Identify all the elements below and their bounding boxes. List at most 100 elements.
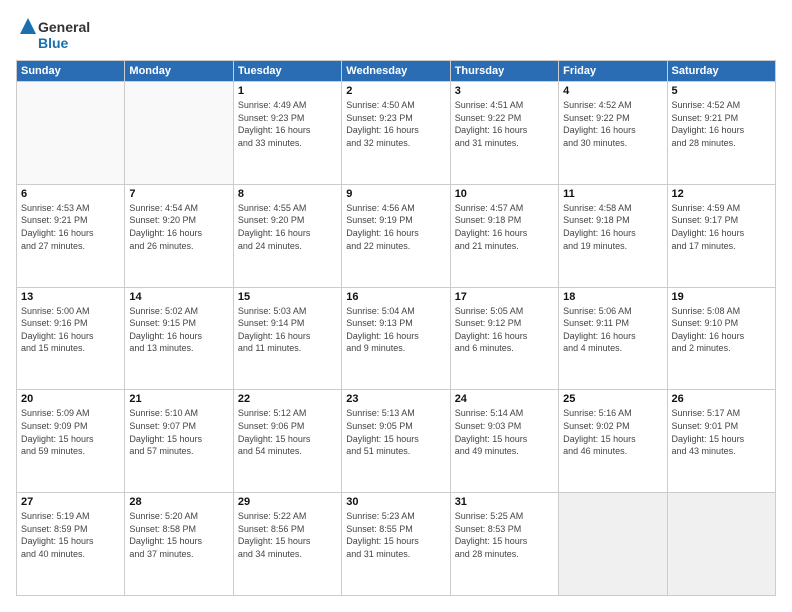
calendar-header-monday: Monday: [125, 61, 233, 82]
calendar-cell: 8 Sunrise: 4:55 AM Sunset: 9:20 PM Daylig…: [233, 184, 341, 287]
calendar-cell: 10Sunrise: 4:57 AM Sunset: 9:18 PM Dayli…: [450, 184, 558, 287]
day-number: 3: [455, 85, 554, 97]
calendar-cell: 9 Sunrise: 4:56 AM Sunset: 9:19 PM Daylig…: [342, 184, 450, 287]
calendar-cell: 1 Sunrise: 4:49 AM Sunset: 9:23 PM Daylig…: [233, 82, 341, 185]
svg-text:General: General: [38, 19, 90, 35]
day-info: Sunrise: 5:05 AM Sunset: 9:12 PM Dayligh…: [455, 305, 554, 355]
calendar-cell: 4Sunrise: 4:52 AM Sunset: 9:22 PM Daylig…: [559, 82, 667, 185]
day-info: Sunrise: 5:10 AM Sunset: 9:07 PM Dayligh…: [129, 407, 228, 457]
header: GeneralBlue: [16, 16, 776, 52]
calendar-cell: [17, 82, 125, 185]
calendar-cell: 29Sunrise: 5:22 AM Sunset: 8:56 PM Dayli…: [233, 493, 341, 596]
day-number: 17: [455, 291, 554, 303]
calendar-cell: 21 Sunrise: 5:10 AM Sunset: 9:07 PM Dayli…: [125, 390, 233, 493]
calendar-cell: 15 Sunrise: 5:03 AM Sunset: 9:14 PM Dayli…: [233, 287, 341, 390]
calendar-cell: 2 Sunrise: 4:50 AM Sunset: 9:23 PM Daylig…: [342, 82, 450, 185]
day-number: 31: [455, 496, 554, 508]
calendar-cell: 17 Sunrise: 5:05 AM Sunset: 9:12 PM Dayli…: [450, 287, 558, 390]
day-number: 16: [346, 291, 445, 303]
logo-svg: GeneralBlue: [16, 16, 96, 52]
day-info: Sunrise: 5:04 AM Sunset: 9:13 PM Dayligh…: [346, 305, 445, 355]
calendar-cell: 13 Sunrise: 5:00 AM Sunset: 9:16 PM Dayli…: [17, 287, 125, 390]
day-number: 8: [238, 188, 337, 200]
day-info: Sunrise: 5:03 AM Sunset: 9:14 PM Dayligh…: [238, 305, 337, 355]
calendar-cell: 12 Sunrise: 4:59 AM Sunset: 9:17 PM Dayli…: [667, 184, 775, 287]
calendar-cell: 28Sunrise: 5:20 AM Sunset: 8:58 PM Dayli…: [125, 493, 233, 596]
calendar-cell: 30 Sunrise: 5:23 AM Sunset: 8:55 PM Dayli…: [342, 493, 450, 596]
day-number: 23: [346, 393, 445, 405]
calendar-cell: 26 Sunrise: 5:17 AM Sunset: 9:01 PM Dayli…: [667, 390, 775, 493]
day-info: Sunrise: 4:56 AM Sunset: 9:19 PM Dayligh…: [346, 202, 445, 252]
day-number: 27: [21, 496, 120, 508]
day-number: 18: [563, 291, 662, 303]
day-number: 28: [129, 496, 228, 508]
calendar-cell: 16 Sunrise: 5:04 AM Sunset: 9:13 PM Dayli…: [342, 287, 450, 390]
calendar-header-friday: Friday: [559, 61, 667, 82]
day-info: Sunrise: 5:08 AM Sunset: 9:10 PM Dayligh…: [672, 305, 771, 355]
day-info: Sunrise: 5:06 AM Sunset: 9:11 PM Dayligh…: [563, 305, 662, 355]
day-info: Sunrise: 4:55 AM Sunset: 9:20 PM Dayligh…: [238, 202, 337, 252]
calendar-cell: 31 Sunrise: 5:25 AM Sunset: 8:53 PM Dayli…: [450, 493, 558, 596]
day-info: Sunrise: 5:23 AM Sunset: 8:55 PM Dayligh…: [346, 510, 445, 560]
calendar-cell: 22Sunrise: 5:12 AM Sunset: 9:06 PM Dayli…: [233, 390, 341, 493]
day-info: Sunrise: 4:52 AM Sunset: 9:21 PM Dayligh…: [672, 99, 771, 149]
calendar-header-tuesday: Tuesday: [233, 61, 341, 82]
calendar-cell: 7 Sunrise: 4:54 AM Sunset: 9:20 PM Daylig…: [125, 184, 233, 287]
day-info: Sunrise: 5:17 AM Sunset: 9:01 PM Dayligh…: [672, 407, 771, 457]
day-number: 14: [129, 291, 228, 303]
calendar-header-saturday: Saturday: [667, 61, 775, 82]
day-info: Sunrise: 4:49 AM Sunset: 9:23 PM Dayligh…: [238, 99, 337, 149]
day-number: 24: [455, 393, 554, 405]
day-number: 13: [21, 291, 120, 303]
calendar-cell: 14Sunrise: 5:02 AM Sunset: 9:15 PM Dayli…: [125, 287, 233, 390]
calendar-table: SundayMondayTuesdayWednesdayThursdayFrid…: [16, 60, 776, 596]
day-number: 5: [672, 85, 771, 97]
calendar-cell: 6Sunrise: 4:53 AM Sunset: 9:21 PM Daylig…: [17, 184, 125, 287]
svg-text:Blue: Blue: [38, 35, 69, 51]
day-info: Sunrise: 4:58 AM Sunset: 9:18 PM Dayligh…: [563, 202, 662, 252]
day-number: 11: [563, 188, 662, 200]
calendar-week-4: 20 Sunrise: 5:09 AM Sunset: 9:09 PM Dayli…: [17, 390, 776, 493]
calendar-cell: 20 Sunrise: 5:09 AM Sunset: 9:09 PM Dayli…: [17, 390, 125, 493]
calendar-week-3: 13 Sunrise: 5:00 AM Sunset: 9:16 PM Dayli…: [17, 287, 776, 390]
day-number: 22: [238, 393, 337, 405]
day-info: Sunrise: 4:59 AM Sunset: 9:17 PM Dayligh…: [672, 202, 771, 252]
day-number: 15: [238, 291, 337, 303]
calendar-header-row: SundayMondayTuesdayWednesdayThursdayFrid…: [17, 61, 776, 82]
calendar-week-2: 6Sunrise: 4:53 AM Sunset: 9:21 PM Daylig…: [17, 184, 776, 287]
calendar-week-1: 1 Sunrise: 4:49 AM Sunset: 9:23 PM Daylig…: [17, 82, 776, 185]
day-info: Sunrise: 5:25 AM Sunset: 8:53 PM Dayligh…: [455, 510, 554, 560]
day-number: 20: [21, 393, 120, 405]
day-info: Sunrise: 5:00 AM Sunset: 9:16 PM Dayligh…: [21, 305, 120, 355]
day-info: Sunrise: 5:09 AM Sunset: 9:09 PM Dayligh…: [21, 407, 120, 457]
day-number: 7: [129, 188, 228, 200]
day-number: 1: [238, 85, 337, 97]
calendar-header-thursday: Thursday: [450, 61, 558, 82]
calendar-cell: 3 Sunrise: 4:51 AM Sunset: 9:22 PM Daylig…: [450, 82, 558, 185]
day-number: 9: [346, 188, 445, 200]
day-number: 12: [672, 188, 771, 200]
day-info: Sunrise: 5:13 AM Sunset: 9:05 PM Dayligh…: [346, 407, 445, 457]
day-info: Sunrise: 5:16 AM Sunset: 9:02 PM Dayligh…: [563, 407, 662, 457]
day-info: Sunrise: 4:54 AM Sunset: 9:20 PM Dayligh…: [129, 202, 228, 252]
calendar-week-5: 27 Sunrise: 5:19 AM Sunset: 8:59 PM Dayli…: [17, 493, 776, 596]
day-number: 2: [346, 85, 445, 97]
calendar-cell: 5 Sunrise: 4:52 AM Sunset: 9:21 PM Daylig…: [667, 82, 775, 185]
day-info: Sunrise: 5:19 AM Sunset: 8:59 PM Dayligh…: [21, 510, 120, 560]
day-number: 21: [129, 393, 228, 405]
day-number: 19: [672, 291, 771, 303]
page: GeneralBlue SundayMondayTuesdayWednesday…: [0, 0, 792, 612]
day-number: 6: [21, 188, 120, 200]
calendar-header-sunday: Sunday: [17, 61, 125, 82]
day-number: 30: [346, 496, 445, 508]
calendar-cell: 25 Sunrise: 5:16 AM Sunset: 9:02 PM Dayli…: [559, 390, 667, 493]
day-number: 26: [672, 393, 771, 405]
calendar-cell: 24Sunrise: 5:14 AM Sunset: 9:03 PM Dayli…: [450, 390, 558, 493]
day-info: Sunrise: 4:51 AM Sunset: 9:22 PM Dayligh…: [455, 99, 554, 149]
calendar-cell: 27 Sunrise: 5:19 AM Sunset: 8:59 PM Dayli…: [17, 493, 125, 596]
day-info: Sunrise: 4:50 AM Sunset: 9:23 PM Dayligh…: [346, 99, 445, 149]
day-info: Sunrise: 5:22 AM Sunset: 8:56 PM Dayligh…: [238, 510, 337, 560]
calendar-cell: 18 Sunrise: 5:06 AM Sunset: 9:11 PM Dayli…: [559, 287, 667, 390]
day-number: 25: [563, 393, 662, 405]
calendar-cell: 11 Sunrise: 4:58 AM Sunset: 9:18 PM Dayli…: [559, 184, 667, 287]
